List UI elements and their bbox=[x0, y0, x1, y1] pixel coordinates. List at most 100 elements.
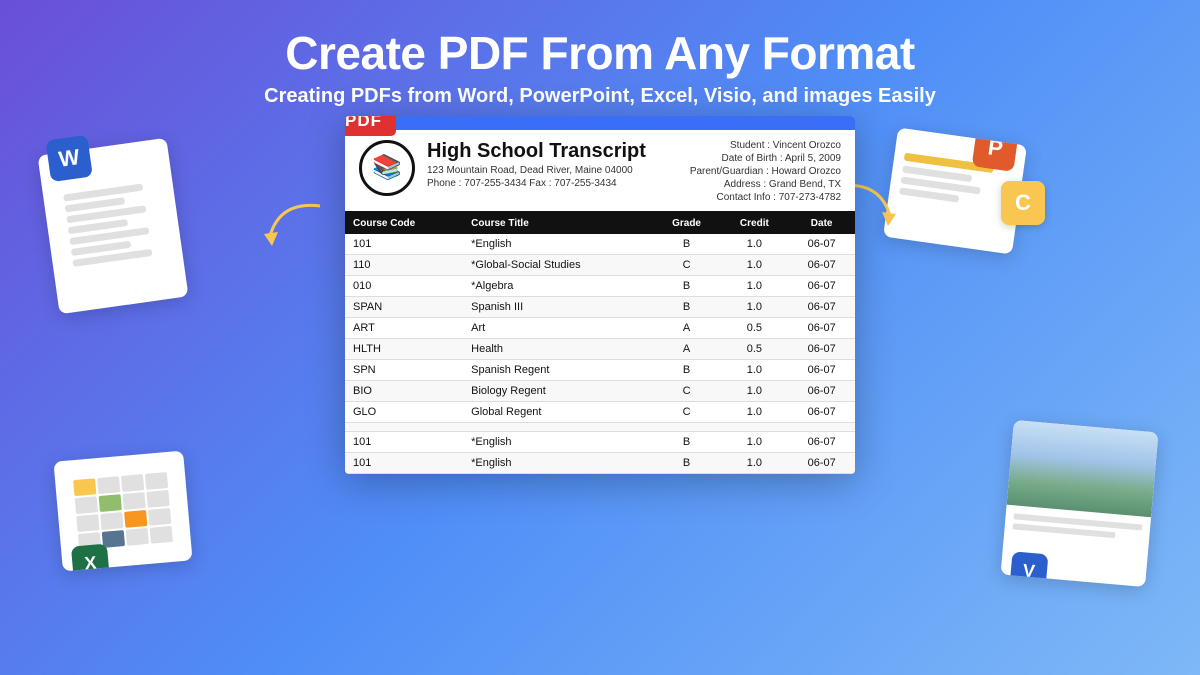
table-cell: B bbox=[653, 431, 721, 452]
table-cell: 1.0 bbox=[720, 401, 788, 422]
student-address: Address : Grand Bend, TX bbox=[661, 179, 841, 190]
ppt-icon: P bbox=[972, 127, 1019, 171]
table-cell: A bbox=[653, 317, 721, 338]
table-cell bbox=[720, 422, 788, 431]
table-cell: *English bbox=[463, 234, 652, 255]
table-cell: BIO bbox=[345, 380, 463, 401]
table-cell: 010 bbox=[345, 275, 463, 296]
table-cell: Art bbox=[463, 317, 652, 338]
table-cell: 1.0 bbox=[720, 234, 788, 255]
pdf-student-info: Student : Vincent Orozco Date of Birth :… bbox=[661, 140, 841, 205]
table-cell: B bbox=[653, 359, 721, 380]
table-row: GLOGlobal RegentC1.006-07 bbox=[345, 401, 855, 422]
table-cell: 06-07 bbox=[788, 275, 855, 296]
col-header-date: Date bbox=[788, 213, 855, 234]
c-icon: C bbox=[1001, 181, 1045, 225]
table-row: 101*EnglishB1.006-07 bbox=[345, 431, 855, 452]
table-cell: 06-07 bbox=[788, 338, 855, 359]
table-cell: 1.0 bbox=[720, 452, 788, 473]
student-contact: Contact Info : 707-273-4782 bbox=[661, 192, 841, 203]
pdf-main-title: High School Transcript bbox=[427, 140, 661, 163]
word-doc-lines bbox=[63, 181, 163, 270]
table-row: 101*EnglishB1.006-07 bbox=[345, 452, 855, 473]
table-cell bbox=[345, 422, 463, 431]
table-cell bbox=[463, 422, 652, 431]
table-cell: 1.0 bbox=[720, 296, 788, 317]
table-cell: SPN bbox=[345, 359, 463, 380]
table-cell: 06-07 bbox=[788, 359, 855, 380]
table-cell: 110 bbox=[345, 254, 463, 275]
visio-icon: V bbox=[1009, 551, 1048, 587]
table-cell: 06-07 bbox=[788, 401, 855, 422]
student-name: Student : Vincent Orozco bbox=[661, 140, 841, 151]
table-cell: 1.0 bbox=[720, 431, 788, 452]
table-cell bbox=[788, 422, 855, 431]
pdf-school-address: 123 Mountain Road, Dead River, Maine 040… bbox=[427, 165, 661, 176]
pdf-logo: 📚 bbox=[359, 140, 415, 196]
table-row: 010*AlgebraB1.006-07 bbox=[345, 275, 855, 296]
student-dob: Date of Birth : April 5, 2009 bbox=[661, 153, 841, 164]
excel-grid bbox=[67, 465, 180, 556]
table-cell: *Algebra bbox=[463, 275, 652, 296]
header-section: Create PDF From Any Format Creating PDFs… bbox=[0, 0, 1200, 126]
table-cell: 06-07 bbox=[788, 254, 855, 275]
table-cell: 06-07 bbox=[788, 317, 855, 338]
pdf-title-block: High School Transcript 123 Mountain Road… bbox=[427, 140, 661, 189]
table-header-row: Course Code Course Title Grade Credit Da… bbox=[345, 213, 855, 234]
table-cell: 1.0 bbox=[720, 275, 788, 296]
table-cell: A bbox=[653, 338, 721, 359]
table-cell: *English bbox=[463, 431, 652, 452]
table-cell: 0.5 bbox=[720, 317, 788, 338]
table-cell: HLTH bbox=[345, 338, 463, 359]
table-cell: Spanish III bbox=[463, 296, 652, 317]
table-cell: Global Regent bbox=[463, 401, 652, 422]
table-cell: B bbox=[653, 234, 721, 255]
table-cell: 0.5 bbox=[720, 338, 788, 359]
pdf-school-phone: Phone : 707-255-3434 Fax : 707-255-3434 bbox=[427, 178, 661, 189]
arrow-left-icon bbox=[250, 196, 330, 256]
transcript-table: Course Code Course Title Grade Credit Da… bbox=[345, 213, 855, 474]
table-row: BIOBiology RegentC1.006-07 bbox=[345, 380, 855, 401]
table-cell: 1.0 bbox=[720, 254, 788, 275]
table-row: SPANSpanish IIIB1.006-07 bbox=[345, 296, 855, 317]
visio-document: V bbox=[1001, 420, 1159, 587]
pdf-badge: PDF bbox=[345, 116, 396, 136]
col-header-grade: Grade bbox=[653, 213, 721, 234]
table-cell bbox=[653, 422, 721, 431]
col-header-code: Course Code bbox=[345, 213, 463, 234]
doc-line bbox=[63, 183, 143, 201]
table-row: 101*EnglishB1.006-07 bbox=[345, 234, 855, 255]
student-guardian: Parent/Guardian : Howard Orozco bbox=[661, 166, 841, 177]
table-cell: C bbox=[653, 254, 721, 275]
table-cell: 1.0 bbox=[720, 359, 788, 380]
table-cell: GLO bbox=[345, 401, 463, 422]
word-document: W bbox=[37, 137, 188, 314]
pdf-header: 📚 High School Transcript 123 Mountain Ro… bbox=[345, 130, 855, 213]
table-row: 110*Global-Social StudiesC1.006-07 bbox=[345, 254, 855, 275]
table-cell: 1.0 bbox=[720, 380, 788, 401]
table-cell: B bbox=[653, 452, 721, 473]
table-row: SPNSpanish RegentB1.006-07 bbox=[345, 359, 855, 380]
table-cell: C bbox=[653, 380, 721, 401]
table-cell: C bbox=[653, 401, 721, 422]
table-cell: 06-07 bbox=[788, 431, 855, 452]
table-cell: 101 bbox=[345, 234, 463, 255]
table-cell: 06-07 bbox=[788, 296, 855, 317]
col-header-credit: Credit bbox=[720, 213, 788, 234]
table-cell: Health bbox=[463, 338, 652, 359]
pdf-document: PDF 📚 High School Transcript 123 Mountai… bbox=[345, 116, 855, 474]
main-title: Create PDF From Any Format bbox=[0, 28, 1200, 79]
pdf-blue-bar bbox=[345, 116, 855, 130]
visio-image bbox=[1007, 420, 1159, 517]
table-cell: ART bbox=[345, 317, 463, 338]
table-cell: *English bbox=[463, 452, 652, 473]
table-cell: SPAN bbox=[345, 296, 463, 317]
table-cell: B bbox=[653, 296, 721, 317]
table-row: ARTArtA0.506-07 bbox=[345, 317, 855, 338]
content-area: W X bbox=[0, 126, 1200, 616]
sub-title: Creating PDFs from Word, PowerPoint, Exc… bbox=[0, 85, 1200, 108]
table-cell: B bbox=[653, 275, 721, 296]
excel-icon: X bbox=[71, 543, 110, 571]
table-cell: 101 bbox=[345, 452, 463, 473]
table-cell: 06-07 bbox=[788, 452, 855, 473]
